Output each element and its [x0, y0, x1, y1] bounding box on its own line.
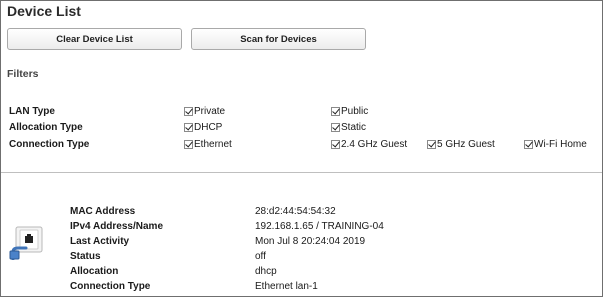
ipv4-address-label: IPv4 Address/Name	[70, 221, 164, 232]
checkbox-ethernet[interactable]	[184, 140, 193, 149]
filter-5ghz-guest[interactable]: 5 GHz Guest	[427, 139, 495, 150]
option-label: 2.4 GHz Guest	[341, 139, 408, 150]
option-label: Private	[194, 106, 226, 117]
last-activity-label: Last Activity	[70, 236, 130, 247]
scan-for-devices-button[interactable]: Scan for Devices	[191, 28, 366, 50]
filter-2-4ghz-guest[interactable]: 2.4 GHz Guest	[331, 139, 407, 150]
checkbox-wifi-home[interactable]	[524, 140, 533, 149]
mac-address-value: 28:d2:44:54:54:32	[255, 206, 336, 217]
status-label: Status	[70, 251, 101, 262]
connection-type-value: Ethernet lan-1	[255, 281, 318, 292]
network-device-icon	[9, 226, 45, 261]
option-label: Ethernet	[194, 139, 232, 150]
last-activity-value: Mon Jul 8 20:24:04 2019	[255, 236, 366, 247]
mac-address-label: MAC Address	[70, 206, 136, 217]
option-label: Public	[341, 106, 369, 117]
option-label: Static	[341, 122, 367, 133]
checkbox-5ghz-guest[interactable]	[427, 140, 436, 149]
filter-private[interactable]: Private	[184, 106, 225, 117]
checkbox-private[interactable]	[184, 107, 193, 116]
checkbox-2-4ghz-guest[interactable]	[331, 140, 340, 149]
lan-type-label: LAN Type	[9, 106, 55, 117]
checkbox-dhcp[interactable]	[184, 123, 193, 132]
filter-public[interactable]: Public	[331, 106, 368, 117]
filter-wifi-home[interactable]: Wi-Fi Home	[524, 139, 587, 150]
allocation-label: Allocation	[70, 266, 119, 277]
ipv4-address-value: 192.168.1.65 / TRAINING-04	[255, 221, 384, 232]
section-divider	[1, 172, 602, 173]
filters-heading: Filters	[7, 68, 39, 80]
device-list-panel: Device List Clear Device List Scan for D…	[0, 0, 603, 297]
filter-static[interactable]: Static	[331, 122, 366, 133]
connection-type-field-label: Connection Type	[70, 281, 151, 292]
connection-type-label: Connection Type	[9, 139, 90, 150]
allocation-type-label: Allocation Type	[9, 122, 83, 133]
option-label: Wi-Fi Home	[534, 139, 587, 150]
page-title: Device List	[7, 3, 81, 19]
checkbox-static[interactable]	[331, 123, 340, 132]
option-label: 5 GHz Guest	[437, 139, 495, 150]
allocation-value: dhcp	[255, 266, 277, 277]
option-label: DHCP	[194, 122, 223, 133]
status-value: off	[255, 251, 266, 262]
checkbox-public[interactable]	[331, 107, 340, 116]
filter-ethernet[interactable]: Ethernet	[184, 139, 232, 150]
filter-dhcp[interactable]: DHCP	[184, 122, 222, 133]
clear-device-list-button[interactable]: Clear Device List	[7, 28, 182, 50]
